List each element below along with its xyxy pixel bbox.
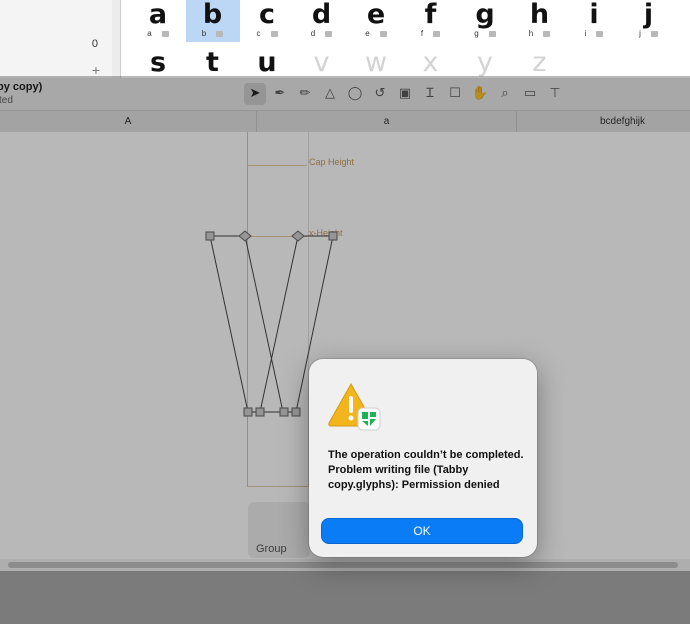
glyph-cell[interactable]: ff — [404, 0, 458, 42]
glyph-name-label: b — [186, 29, 240, 38]
glyph-preview: w — [364, 47, 388, 78]
color-tag-icon — [488, 30, 496, 37]
glyph-preview: c — [258, 0, 275, 30]
glyph-cell[interactable]: cc — [240, 0, 294, 42]
color-tag-icon — [379, 30, 387, 37]
glyph-preview: h — [529, 0, 550, 30]
glyph-cell[interactable]: ee — [349, 0, 403, 42]
glyph-grid: 0 + aabbccddeeffgghhiijj stuvwxyz — [0, 0, 690, 78]
glyph-preview: f — [424, 0, 437, 30]
sidebar-pane: 0 + — [0, 0, 113, 78]
glyph-preview: j — [643, 0, 654, 30]
glyph-name: d — [310, 29, 316, 38]
glyph-name: f — [420, 29, 424, 38]
pane-divider[interactable] — [112, 0, 121, 78]
error-alert: The operation couldn’t be completed. Pro… — [309, 359, 537, 557]
color-tag-icon — [543, 30, 551, 37]
glyph-cell[interactable]: bb — [185, 0, 240, 42]
color-tag-icon — [325, 30, 333, 37]
glyph-name-label: c — [240, 29, 294, 38]
glyph-preview: s — [149, 47, 167, 78]
glyph-name: e — [365, 29, 370, 38]
glyph-name: i — [584, 29, 587, 38]
glyph-preview: i — [589, 0, 599, 30]
color-tag-icon — [596, 30, 604, 37]
glyph-preview: t — [206, 47, 219, 78]
glyph-cell[interactable]: gg — [458, 0, 512, 42]
glyph-name: a — [147, 29, 152, 38]
glyph-cell[interactable]: jj — [622, 0, 676, 42]
warning-app-icon — [328, 382, 381, 431]
glyph-name-label: h — [513, 29, 567, 38]
glyph-name: g — [474, 29, 479, 38]
glyph-cell[interactable]: aa — [131, 0, 185, 42]
glyph-preview: x — [422, 47, 439, 78]
glyph-count: 0 — [91, 38, 98, 50]
glyph-name-label: f — [404, 29, 458, 38]
glyph-preview: v — [313, 47, 330, 78]
glyph-name-label: i — [567, 29, 621, 38]
glyph-cell[interactable]: hh — [513, 0, 567, 42]
glyph-name: c — [256, 29, 261, 38]
glyph-name: j — [639, 29, 641, 38]
color-tag-icon — [161, 30, 169, 37]
glyph-preview: e — [366, 0, 386, 30]
glyph-name-label: d — [295, 29, 349, 38]
glyph-preview: y — [477, 47, 493, 78]
glyph-name-label: e — [349, 29, 403, 38]
glyph-preview: b — [202, 0, 223, 30]
glyph-name: h — [528, 29, 534, 38]
glyph-preview: g — [475, 0, 495, 30]
glyph-preview: d — [311, 0, 332, 30]
color-tag-icon — [216, 30, 224, 37]
glyph-preview: u — [257, 47, 277, 78]
glyph-cell[interactable]: dd — [295, 0, 349, 42]
alert-message: The operation couldn’t be completed. Pro… — [328, 449, 524, 491]
color-tag-icon — [270, 30, 278, 37]
glyph-preview: z — [532, 47, 547, 78]
ok-button[interactable]: OK — [321, 518, 523, 544]
color-tag-icon — [433, 30, 441, 37]
color-tag-icon — [650, 30, 658, 37]
glyph-cell[interactable]: ii — [567, 0, 621, 42]
glyph-name-label: g — [458, 29, 512, 38]
glyph-name: b — [201, 29, 207, 38]
glyph-preview: a — [148, 0, 168, 30]
glyph-name-label: j — [622, 29, 676, 38]
glyph-name-label: a — [131, 29, 185, 38]
